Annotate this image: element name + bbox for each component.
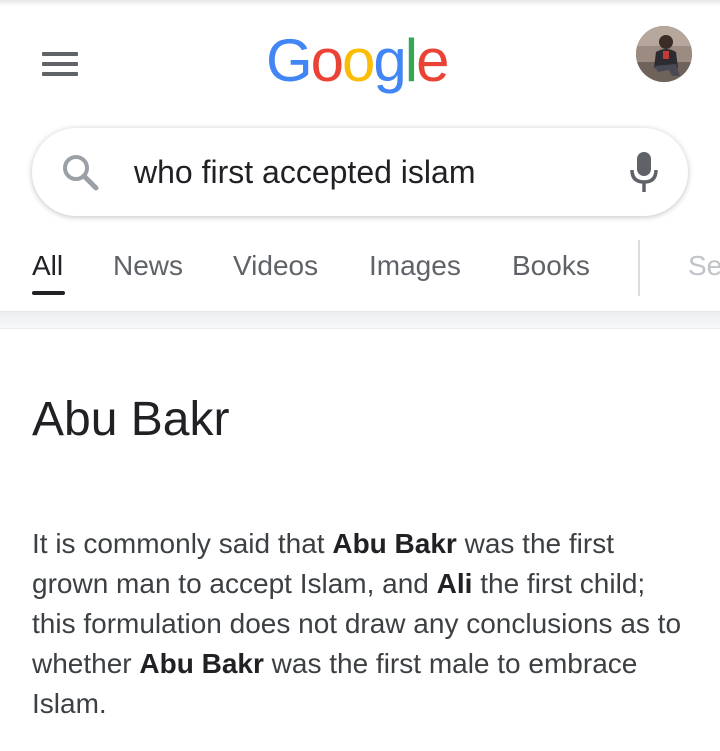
snippet-highlight: Abu Bakr [139, 648, 264, 679]
tab-videos[interactable]: Videos [233, 248, 318, 284]
status-bar-shadow [0, 0, 720, 6]
logo-letter: o [310, 27, 344, 94]
search-input[interactable]: who first accepted islam [134, 152, 475, 192]
tab-news[interactable]: News [113, 248, 183, 284]
logo-letter: G [266, 27, 313, 94]
search-bar[interactable]: who first accepted islam [32, 128, 688, 216]
logo-letter: o [342, 27, 375, 94]
menu-line [42, 52, 78, 56]
search-results-page: Google who first accepted islam All News… [0, 0, 720, 751]
tab-images[interactable]: Images [369, 248, 461, 284]
menu-line [42, 62, 78, 66]
tab-books[interactable]: Books [512, 248, 590, 284]
snippet-highlight: Ali [436, 568, 473, 599]
tab-settings[interactable]: Se [688, 248, 720, 284]
tab-divider [638, 240, 640, 296]
avatar-photo [636, 26, 692, 82]
search-icon[interactable] [60, 152, 100, 192]
snippet-highlight: Abu Bakr [332, 528, 457, 559]
logo-letter: e [416, 27, 449, 94]
user-avatar[interactable] [636, 26, 692, 82]
answer-title: Abu Bakr [32, 393, 230, 446]
logo-letter: l [404, 27, 418, 94]
menu-line [42, 72, 78, 76]
hamburger-menu-icon[interactable] [40, 50, 78, 78]
logo-letter: g [373, 27, 406, 94]
google-logo[interactable]: Google [266, 26, 450, 96]
snippet-text: It is commonly said that [32, 528, 333, 559]
search-tabs: All News Videos Images Books Se [0, 240, 720, 304]
active-tab-indicator [32, 291, 65, 295]
microphone-icon[interactable] [628, 150, 660, 194]
tab-all[interactable]: All [32, 248, 63, 284]
section-divider [0, 311, 720, 329]
answer-snippet: It is commonly said that Abu Bakr was th… [32, 524, 682, 724]
